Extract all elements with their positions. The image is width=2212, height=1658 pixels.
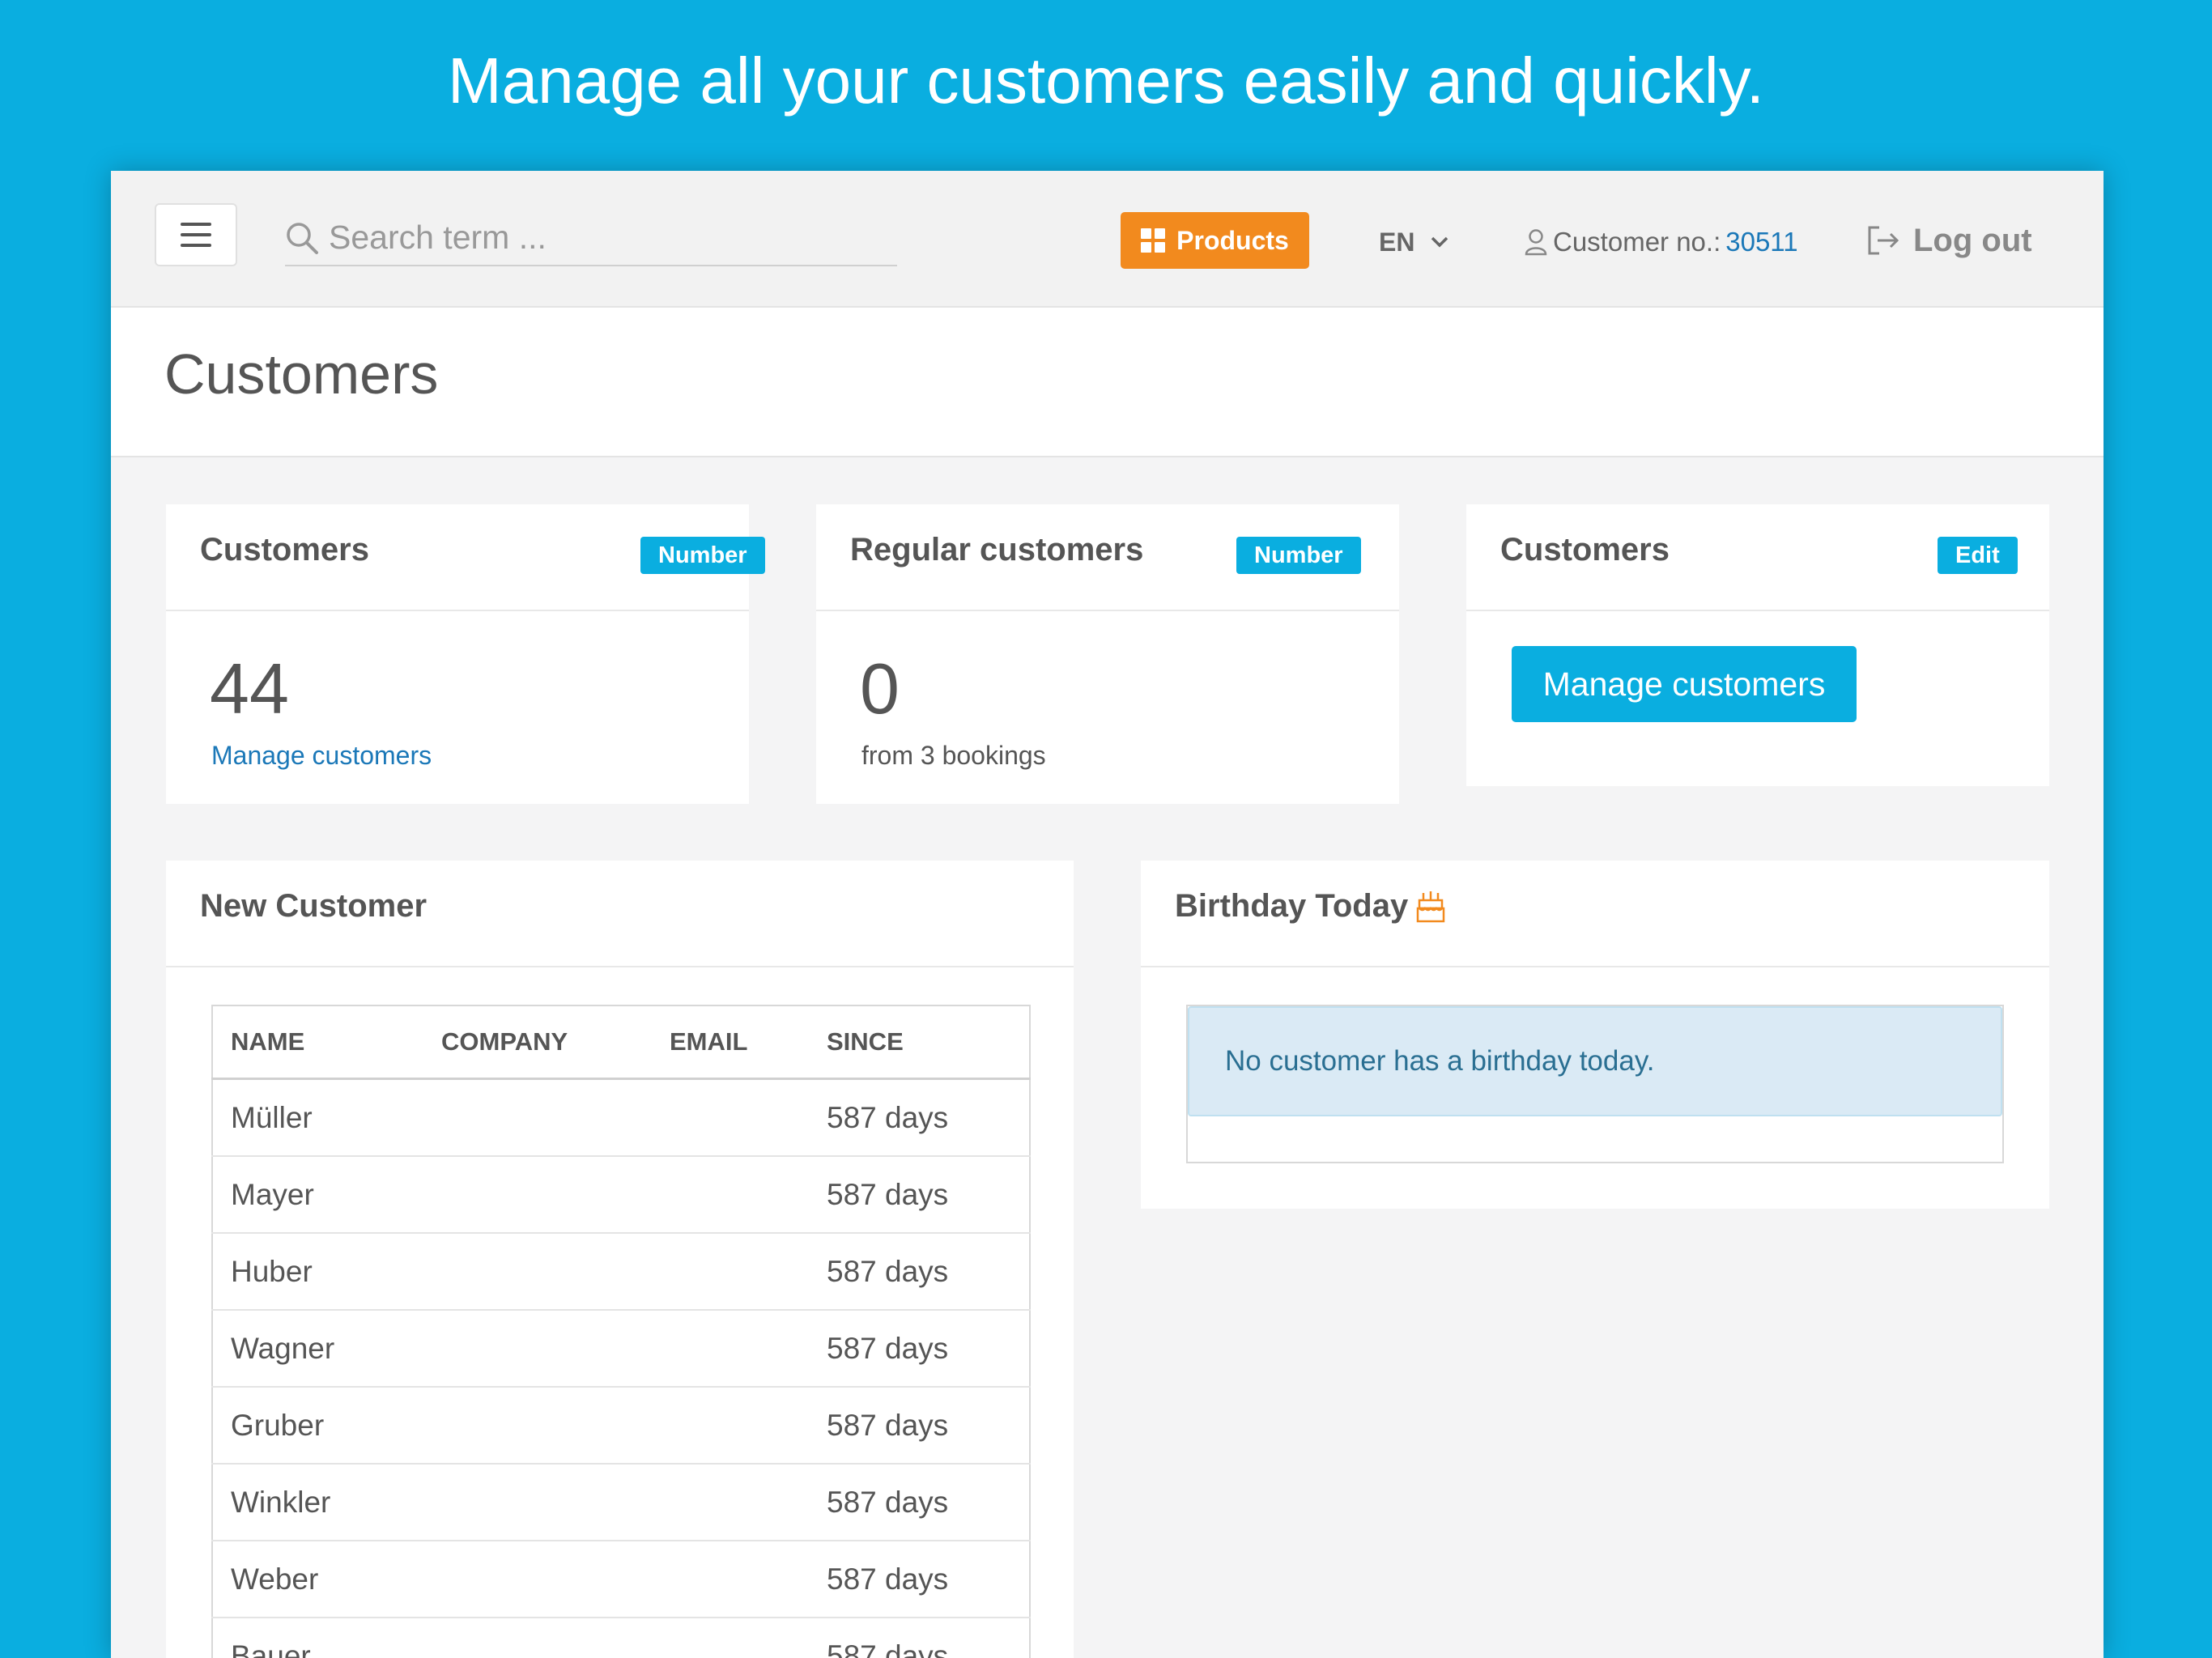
name-cell: Müller (212, 1078, 423, 1156)
since-cell: 587 days (809, 1078, 1030, 1156)
new-customer-table: NAME COMPANY EMAIL SINCE Müller 587 days… (211, 1005, 1031, 1658)
company-cell (423, 1540, 652, 1618)
page-header: Customers (111, 308, 2104, 457)
name-cell: Huber (212, 1232, 423, 1310)
name-cell: Gruber (212, 1386, 423, 1464)
email-cell (652, 1232, 809, 1310)
top-bar: Products EN Customer no.: 30511 Log out (111, 171, 2104, 308)
company-cell (423, 1617, 652, 1658)
name-cell: Weber (212, 1540, 423, 1618)
user-icon (1525, 229, 1547, 256)
customer-number-value[interactable]: 30511 (1725, 227, 1797, 257)
since-cell: 587 days (809, 1309, 1030, 1387)
regular-customers-count: 0 (860, 648, 900, 729)
logout-icon (1868, 226, 1899, 255)
new-customer-panel: New Customer NAME COMPANY EMAIL SINCE Mü… (166, 861, 1074, 1658)
app-window: Products EN Customer no.: 30511 Log out (111, 171, 2104, 1658)
number-badge: Number (1236, 537, 1361, 574)
email-cell (652, 1540, 809, 1618)
manage-customers-link[interactable]: Manage customers (211, 741, 432, 771)
name-cell: Mayer (212, 1155, 423, 1233)
column-header[interactable]: COMPANY (423, 1005, 652, 1080)
since-cell: 587 days (809, 1386, 1030, 1464)
search-icon (287, 223, 318, 254)
birthday-box: No customer has a birthday today. (1186, 1005, 2004, 1163)
since-cell: 587 days (809, 1155, 1030, 1233)
email-cell (652, 1078, 809, 1156)
birthday-panel: Birthday Today No customer has a birthda… (1141, 861, 2049, 1209)
page-title: Customers (164, 342, 439, 406)
manage-customers-button[interactable]: Manage customers (1512, 646, 1857, 722)
email-cell (652, 1155, 809, 1233)
products-label: Products (1176, 225, 1289, 255)
logout-button[interactable]: Log out (1866, 216, 2032, 265)
company-cell (423, 1309, 652, 1387)
regular-customers-card: Regular customers Number 0 from 3 bookin… (816, 504, 1399, 804)
panel-title: New Customer (200, 888, 428, 924)
table-header-row: NAME COMPANY EMAIL SINCE (212, 1005, 1030, 1080)
customer-number: Customer no.: 30511 (1524, 219, 1798, 265)
table-row[interactable]: Huber 587 days (212, 1232, 1030, 1310)
since-cell: 587 days (809, 1617, 1030, 1658)
number-badge: Number (640, 537, 765, 574)
email-cell (652, 1309, 809, 1387)
customers-count-card: Customers Number 44 Manage customers (166, 504, 765, 804)
hamburger-menu-button[interactable] (155, 203, 237, 266)
company-cell (423, 1078, 652, 1156)
customer-number-label: Customer no.: (1553, 227, 1721, 257)
grid-icon (1141, 228, 1166, 253)
column-header[interactable]: NAME (212, 1005, 423, 1080)
cake-icon (1416, 891, 1445, 922)
name-cell: Winkler (212, 1463, 423, 1541)
customers-edit-card: Customers Edit Manage customers (1466, 504, 2049, 786)
table-row[interactable]: Bauer 587 days (212, 1617, 1030, 1658)
birthday-title: Birthday Today (1175, 888, 1409, 924)
customers-count: 44 (210, 648, 289, 729)
bookings-subtext: from 3 bookings (861, 741, 1046, 770)
card-title: Customers (200, 532, 369, 568)
logout-label: Log out (1913, 222, 2032, 258)
table-row[interactable]: Weber 587 days (212, 1540, 1030, 1618)
table-row[interactable]: Wagner 587 days (212, 1309, 1030, 1387)
email-cell (652, 1463, 809, 1541)
search-bar (285, 213, 897, 266)
edit-badge[interactable]: Edit (1938, 537, 2018, 574)
name-cell: Bauer (212, 1617, 423, 1658)
menu-icon (181, 223, 211, 226)
table-row[interactable]: Mayer 587 days (212, 1155, 1030, 1233)
products-button[interactable]: Products (1121, 212, 1309, 269)
email-cell (652, 1617, 809, 1658)
tagline: Manage all your customers easily and qui… (448, 45, 1764, 117)
language-select[interactable]: EN (1379, 219, 1448, 265)
company-cell (423, 1155, 652, 1233)
no-birthday-alert: No customer has a birthday today. (1188, 1006, 2002, 1116)
since-cell: 587 days (809, 1463, 1030, 1541)
card-title: Customers (1500, 532, 1670, 568)
since-cell: 587 days (809, 1232, 1030, 1310)
company-cell (423, 1463, 652, 1541)
since-cell: 587 days (809, 1540, 1030, 1618)
search-input[interactable] (327, 215, 889, 260)
company-cell (423, 1232, 652, 1310)
table-row[interactable]: Müller 587 days (212, 1078, 1030, 1156)
panel-title: Birthday Today (1175, 888, 1445, 925)
table-row[interactable]: Gruber 587 days (212, 1386, 1030, 1464)
column-header[interactable]: EMAIL (652, 1005, 809, 1080)
table-row[interactable]: Winkler 587 days (212, 1463, 1030, 1541)
chevron-down-icon (1431, 236, 1448, 248)
language-value: EN (1379, 227, 1415, 257)
email-cell (652, 1386, 809, 1464)
company-cell (423, 1386, 652, 1464)
column-header[interactable]: SINCE (809, 1005, 1030, 1080)
card-title: Regular customers (850, 532, 1144, 568)
name-cell: Wagner (212, 1309, 423, 1387)
